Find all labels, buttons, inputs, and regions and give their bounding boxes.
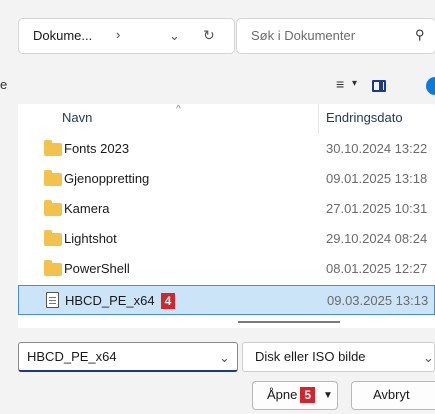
filetype-select[interactable]: Disk eller ISO bilde ⌄ xyxy=(242,342,435,372)
column-header-date[interactable]: Endringsdato xyxy=(326,110,403,125)
cancel-button-label: Avbryt xyxy=(373,387,410,402)
list-item[interactable]: Lightshot 29.10.2024 08:24 xyxy=(18,224,435,254)
item-date: 09.03.2025 13:13 xyxy=(327,293,429,308)
view-options-icon[interactable]: ≡ xyxy=(336,76,344,92)
item-date: 09.01.2025 13:18 xyxy=(326,171,428,186)
cancel-button[interactable]: Avbryt xyxy=(351,381,435,410)
open-button[interactable]: Åpne 5 ▼ xyxy=(252,381,338,410)
open-split-dropdown-icon[interactable]: ▼ xyxy=(323,390,333,401)
item-name: Lightshot xyxy=(64,231,117,246)
list-item[interactable]: Gjenoppretting 09.01.2025 13:18 xyxy=(18,164,435,194)
item-name-container: HBCD_PE_x64 4 xyxy=(65,293,176,309)
breadcrumb-chevron-icon[interactable]: › xyxy=(116,27,120,42)
column-divider[interactable] xyxy=(318,104,319,134)
list-item[interactable]: Fonts 2023 30.10.2024 13:22 xyxy=(18,134,435,164)
list-item-selected[interactable]: HBCD_PE_x64 4 09.03.2025 13:13 xyxy=(18,285,435,315)
organize-menu-fragment[interactable]: e xyxy=(0,77,7,92)
search-input[interactable]: Søk i Dokumenter xyxy=(251,28,355,43)
column-header-name[interactable]: Navn xyxy=(62,110,92,125)
item-date: 30.10.2024 13:22 xyxy=(326,141,428,156)
folder-icon xyxy=(44,200,62,216)
item-name: Gjenoppretting xyxy=(64,171,150,186)
view-dropdown-icon[interactable]: ▾ xyxy=(352,78,357,89)
folder-icon xyxy=(44,230,62,246)
refresh-icon[interactable]: ↻ xyxy=(203,27,215,44)
filetype-dropdown-icon[interactable]: ⌄ xyxy=(423,350,434,366)
step-badge: 5 xyxy=(300,387,316,403)
sort-caret-icon: ^ xyxy=(176,104,181,115)
folder-icon xyxy=(44,140,62,156)
item-date: 29.10.2024 08:24 xyxy=(326,231,428,246)
filetype-value[interactable]: Disk eller ISO bilde xyxy=(255,349,366,364)
address-bar[interactable]: Dokume... › ⌄ ↻ xyxy=(18,18,235,54)
open-button-label: Åpne 5 xyxy=(267,387,316,403)
preview-pane-icon[interactable] xyxy=(372,80,386,92)
help-icon[interactable] xyxy=(426,77,435,95)
item-name: HBCD_PE_x64 xyxy=(65,293,155,308)
filename-field[interactable]: HBCD_PE_x64 ⌄ xyxy=(18,342,238,372)
address-dropdown-icon[interactable]: ⌄ xyxy=(169,28,180,44)
item-date: 08.01.2025 12:27 xyxy=(326,261,428,276)
item-name: Kamera xyxy=(64,201,110,216)
search-box[interactable]: Søk i Dokumenter ⚲ xyxy=(236,18,435,54)
open-label-text: Åpne xyxy=(267,387,298,402)
list-item[interactable]: Kamera 27.01.2025 10:31 xyxy=(18,194,435,224)
address-toolbar: Dokume... › ⌄ ↻ Søk i Dokumenter ⚲ xyxy=(0,0,435,68)
horizontal-scrollbar[interactable] xyxy=(238,321,340,323)
step-badge: 4 xyxy=(160,293,176,309)
command-bar: e ≡ ▾ xyxy=(0,68,435,104)
filename-value[interactable]: HBCD_PE_x64 xyxy=(27,349,117,364)
item-name: Fonts 2023 xyxy=(64,141,130,156)
item-date: 27.01.2025 10:31 xyxy=(326,201,428,216)
item-name: PowerShell xyxy=(64,261,130,276)
filename-dropdown-icon[interactable]: ⌄ xyxy=(219,350,230,366)
address-path[interactable]: Dokume... xyxy=(33,28,92,43)
folder-icon xyxy=(44,170,62,186)
folder-icon xyxy=(44,260,62,276)
file-icon xyxy=(46,292,59,308)
list-item[interactable]: PowerShell 08.01.2025 12:27 xyxy=(18,254,435,284)
search-icon[interactable]: ⚲ xyxy=(415,27,425,43)
